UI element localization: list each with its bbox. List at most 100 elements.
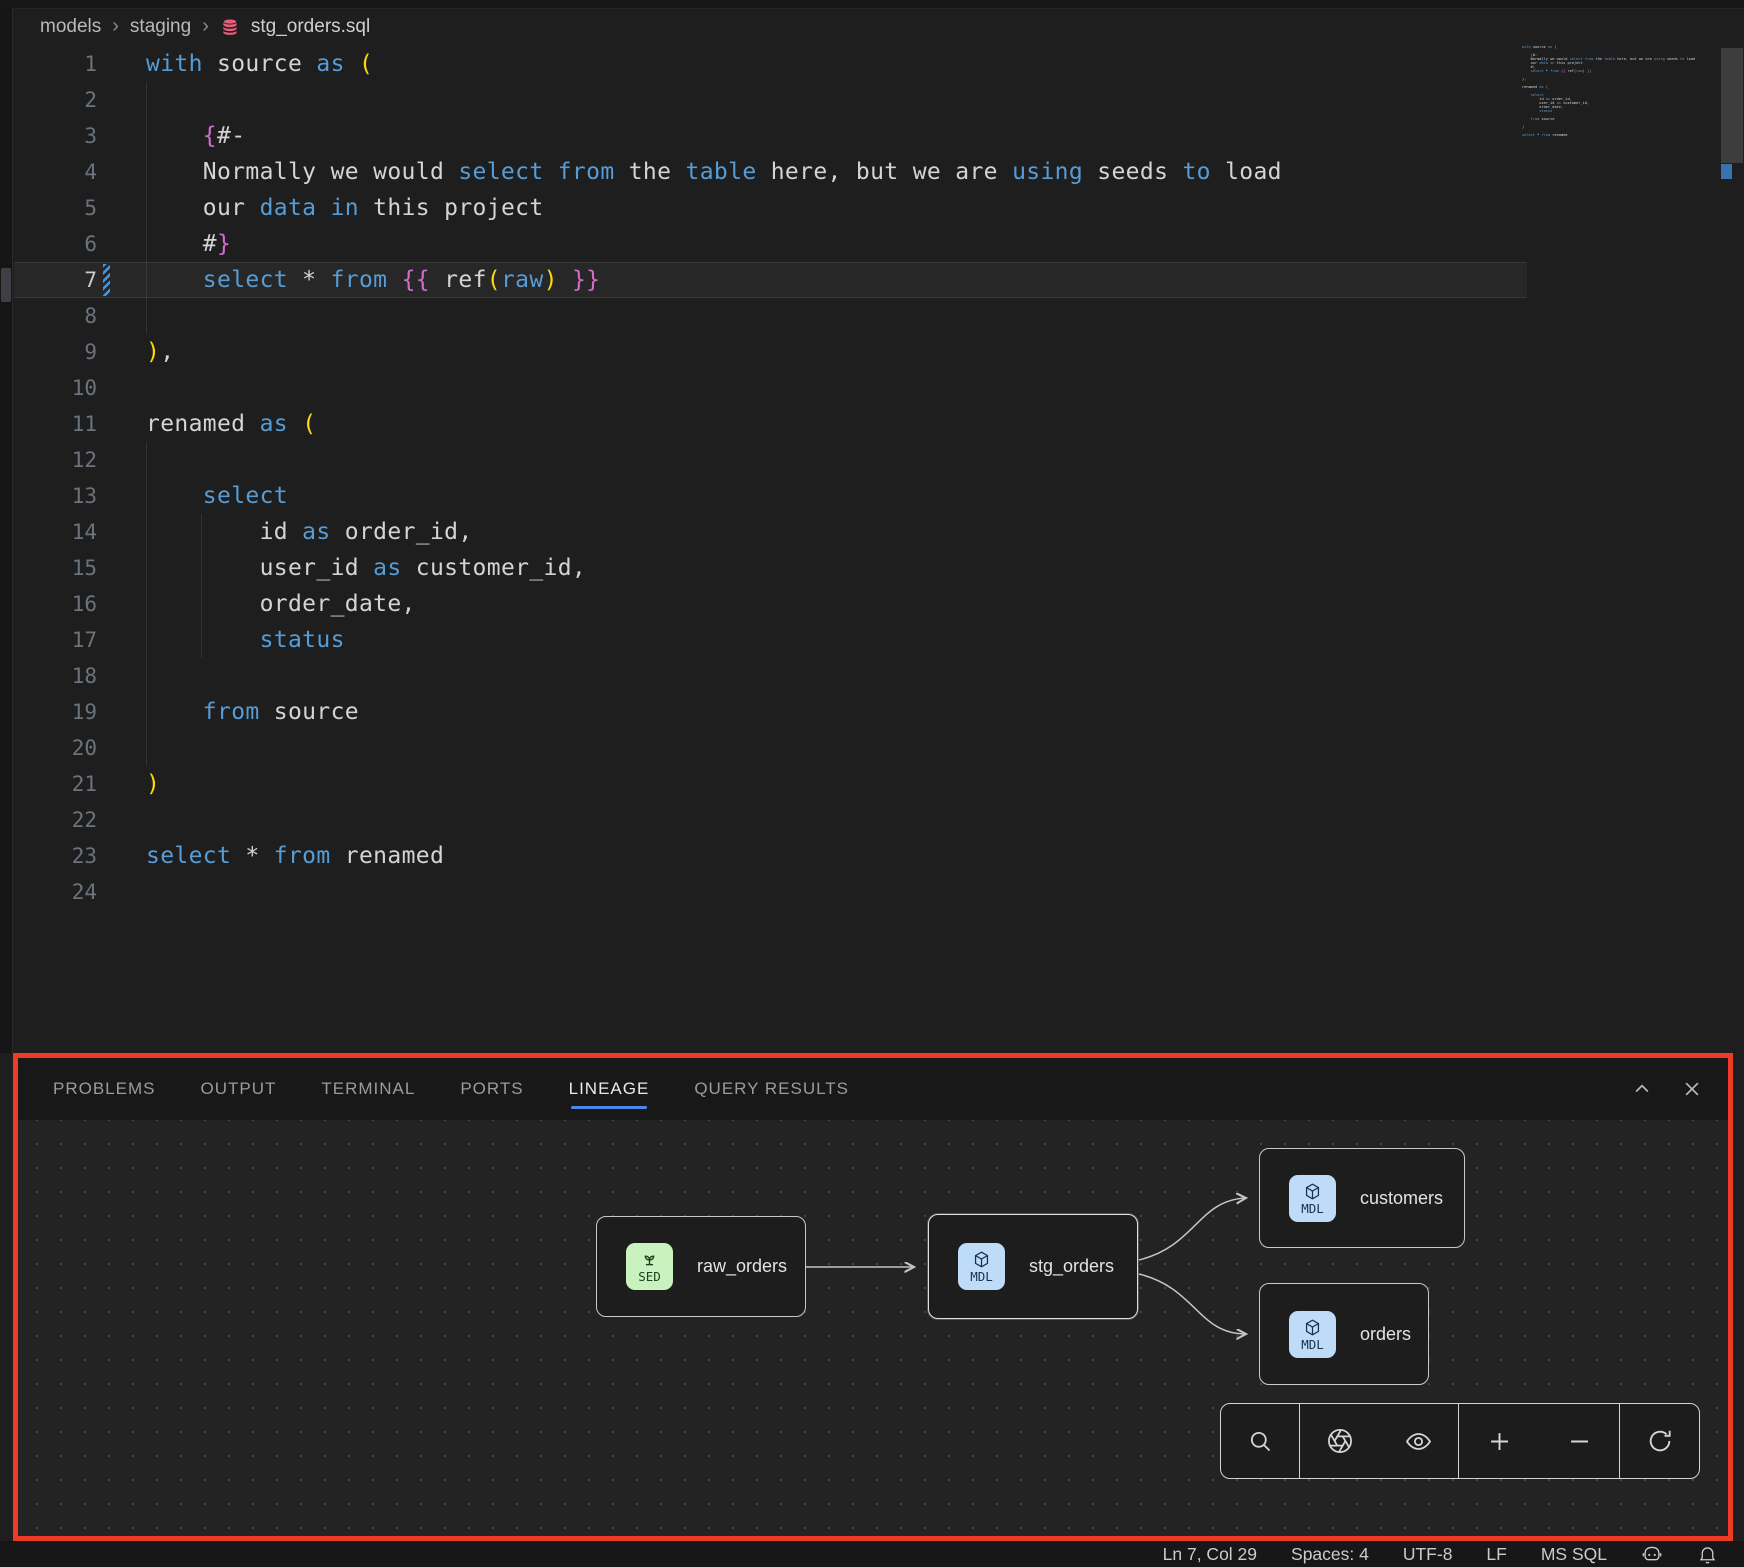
line-number: 17 <box>14 622 97 658</box>
left-rail-thumb[interactable] <box>1 268 11 302</box>
code-text[interactable]: ), <box>146 334 174 370</box>
code-line[interactable]: 20 <box>14 730 1744 766</box>
code-line[interactable]: 15 user_id as customer_id, <box>14 550 1744 586</box>
code-line[interactable]: 23select * from renamed <box>14 838 1744 874</box>
status-cursor-position[interactable]: Ln 7, Col 29 <box>1163 1544 1257 1565</box>
status-language-mode[interactable]: MS SQL <box>1541 1544 1607 1565</box>
code-line[interactable]: 7 select * from {{ ref(raw) }} <box>14 262 1744 298</box>
editor-scrollbar-thumb[interactable] <box>1721 48 1743 163</box>
line-number: 8 <box>14 298 97 334</box>
code-text[interactable]: id as order_id, <box>146 514 473 550</box>
lineage-visibility-button[interactable] <box>1379 1404 1458 1478</box>
breadcrumb-file[interactable]: stg_orders.sql <box>251 16 370 38</box>
code-line[interactable]: 9), <box>14 334 1744 370</box>
line-number: 15 <box>14 550 97 586</box>
code-text[interactable]: with source as ( <box>146 46 373 82</box>
code-line[interactable]: 17 status <box>14 622 1744 658</box>
badge-label: MDL <box>1301 1202 1324 1215</box>
breadcrumb-separator: › <box>112 15 119 38</box>
line-number: 4 <box>14 154 97 190</box>
model-cube-icon <box>1303 1318 1322 1337</box>
panel-tab-terminal[interactable]: TERMINAL <box>321 1071 415 1107</box>
breadcrumb-separator: › <box>202 15 209 38</box>
code-line[interactable]: 12 <box>14 442 1744 478</box>
panel-maximize-chevron-up-icon[interactable] <box>1632 1079 1652 1099</box>
status-eol[interactable]: LF <box>1486 1544 1506 1565</box>
lineage-refresh-button[interactable] <box>1620 1404 1699 1478</box>
minimap[interactable]: with source as ( {#- Normally we would s… <box>1522 45 1712 141</box>
line-number: 1 <box>14 46 97 82</box>
lineage-capture-button[interactable] <box>1300 1404 1379 1478</box>
status-encoding[interactable]: UTF-8 <box>1403 1544 1453 1565</box>
code-line[interactable]: 2 <box>14 82 1744 118</box>
status-indentation[interactable]: Spaces: 4 <box>1291 1544 1369 1565</box>
database-icon <box>220 17 240 37</box>
panel-tab-lineage[interactable]: LINEAGE <box>569 1071 650 1107</box>
panel-tab-output[interactable]: OUTPUT <box>200 1071 276 1107</box>
panel-tab-bar: PROBLEMS OUTPUT TERMINAL PORTS LINEAGE QUERY … <box>18 1058 1728 1120</box>
code-line[interactable]: 3 {#- <box>14 118 1744 154</box>
line-number: 21 <box>14 766 97 802</box>
code-line[interactable]: 10 <box>14 370 1744 406</box>
code-line[interactable]: 16 order_date, <box>14 586 1744 622</box>
code-line[interactable]: 8 <box>14 298 1744 334</box>
zoom-in-button[interactable] <box>1459 1404 1539 1478</box>
code-text[interactable]: select <box>146 478 288 514</box>
modified-line-marker <box>103 264 110 296</box>
code-line[interactable]: 4 Normally we would select from the tabl… <box>14 154 1744 190</box>
line-number: 9 <box>14 334 97 370</box>
lineage-toolbar <box>1220 1403 1700 1479</box>
eye-icon <box>1404 1427 1433 1456</box>
minus-icon <box>1566 1428 1593 1455</box>
code-text[interactable]: from source <box>146 694 359 730</box>
code-text[interactable]: status <box>146 622 345 658</box>
bottom-panel-annotated: PROBLEMS OUTPUT TERMINAL PORTS LINEAGE QUERY … <box>13 1053 1733 1541</box>
code-text[interactable]: ) <box>146 766 160 802</box>
code-line[interactable]: 11renamed as ( <box>14 406 1744 442</box>
code-line[interactable]: 14 id as order_id, <box>14 514 1744 550</box>
panel-close-icon[interactable] <box>1682 1079 1702 1099</box>
node-label: stg_orders <box>1029 1256 1114 1277</box>
code-line[interactable]: 24 <box>14 874 1744 910</box>
code-line[interactable]: 1 with source as ( <box>14 46 1744 82</box>
line-number: 16 <box>14 586 97 622</box>
line-number: 6 <box>14 226 97 262</box>
code-line[interactable]: 13 select <box>14 478 1744 514</box>
panel-tab-query-results[interactable]: QUERY RESULTS <box>694 1071 849 1107</box>
panel-tab-ports[interactable]: PORTS <box>460 1071 523 1107</box>
lineage-node-orders[interactable]: MDL orders <box>1259 1283 1429 1385</box>
code-text[interactable]: Normally we would select from the table … <box>146 154 1282 190</box>
code-text[interactable]: {#- <box>146 118 245 154</box>
breadcrumb-item-models[interactable]: models <box>40 16 101 38</box>
code-text[interactable]: select * from {{ ref(raw) }} <box>146 262 600 298</box>
code-editor[interactable]: 1 with source as (23 {#-4 Normally we wou… <box>14 46 1744 910</box>
code-text[interactable]: select * from renamed <box>146 838 444 874</box>
zoom-out-button[interactable] <box>1539 1404 1619 1478</box>
left-rail <box>0 8 13 1053</box>
lineage-node-stg_orders[interactable]: MDL stg_orders <box>928 1214 1138 1319</box>
lineage-edge <box>1139 1274 1246 1334</box>
lineage-canvas[interactable]: SED raw_orders MDL stg_orders MDL custom… <box>18 1120 1728 1536</box>
lineage-node-customers[interactable]: MDL customers <box>1259 1148 1465 1248</box>
model-badge: MDL <box>1289 1175 1336 1222</box>
code-text[interactable]: user_id as customer_id, <box>146 550 586 586</box>
overview-ruler-marker <box>1721 164 1732 179</box>
code-line[interactable]: 18 <box>14 658 1744 694</box>
node-label: raw_orders <box>697 1256 787 1277</box>
copilot-icon[interactable] <box>1641 1543 1663 1565</box>
panel-tab-problems[interactable]: PROBLEMS <box>53 1071 155 1107</box>
breadcrumb-item-staging[interactable]: staging <box>130 16 191 38</box>
code-line[interactable]: 22 <box>14 802 1744 838</box>
code-text[interactable]: our data in this project <box>146 190 544 226</box>
notifications-bell-icon[interactable] <box>1697 1544 1718 1565</box>
lineage-node-raw_orders[interactable]: SED raw_orders <box>596 1216 806 1317</box>
code-line[interactable]: 21) <box>14 766 1744 802</box>
code-line[interactable]: 5 our data in this project <box>14 190 1744 226</box>
code-line[interactable]: 19 from source <box>14 694 1744 730</box>
code-text[interactable]: order_date, <box>146 586 416 622</box>
code-text[interactable]: #} <box>146 226 231 262</box>
indent-guide <box>146 658 147 694</box>
code-line[interactable]: 6 #} <box>14 226 1744 262</box>
lineage-search-button[interactable] <box>1221 1404 1299 1478</box>
code-text[interactable]: renamed as ( <box>146 406 316 442</box>
